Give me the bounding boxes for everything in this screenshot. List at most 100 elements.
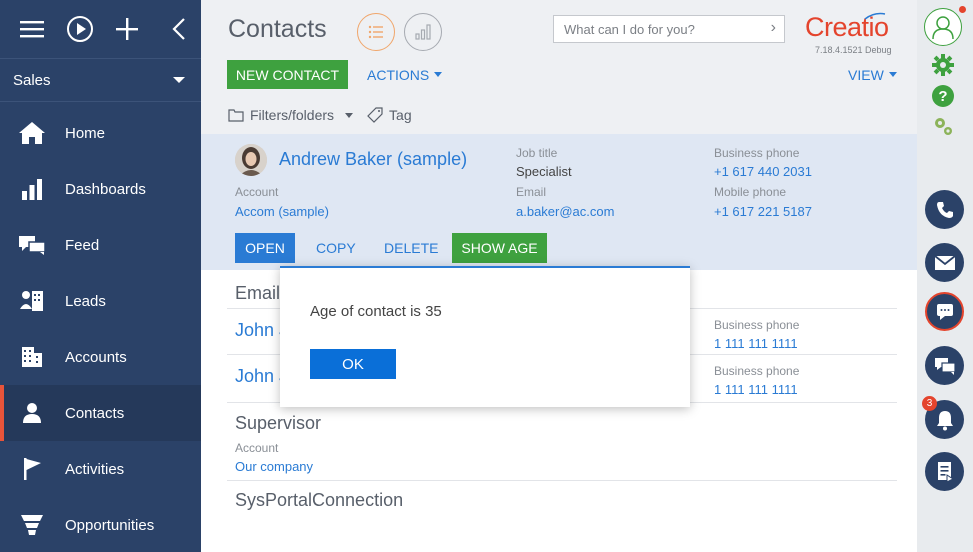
business-phone-label: Business phone [714,364,800,378]
workplace-label: Sales [13,71,51,89]
chevron-right-icon[interactable]: › [771,19,776,37]
account-label: Account [235,441,279,455]
sidebar-item-activities[interactable]: Activities [0,441,201,497]
message-dialog: Age of contact is 35 OK [280,266,690,407]
chat-button[interactable] [925,292,964,331]
chevron-down-icon [888,72,897,77]
chevron-down-icon [173,77,185,83]
business-phone-link[interactable]: 1 111 111 1111 [714,336,798,351]
gear-icon[interactable] [931,53,955,77]
search-placeholder: What can I do for you? [564,22,695,37]
copy-button[interactable]: COPY [316,233,356,263]
plus-icon[interactable] [107,9,147,49]
folder-filter-icon [228,109,244,122]
mobile-phone-link[interactable]: +1 617 221 5187 [714,204,812,219]
chart-icon [415,24,431,40]
list-view-button[interactable] [357,13,395,51]
open-button[interactable]: OPEN [235,233,295,263]
feed-icon [934,357,956,375]
contact-photo [235,144,267,176]
sidebar-item-label: Feed [65,236,100,254]
dashboards-icon [18,175,46,203]
list-icon [368,25,383,39]
sidebar-item-label: Activities [65,460,125,478]
settings-icon[interactable] [932,115,954,137]
user-avatar-icon [932,16,954,40]
collapse-icon[interactable] [159,9,199,49]
version-label: 7.18.4.1521 Debug [815,45,892,55]
document-icon [937,461,954,483]
show-age-button[interactable]: SHOW AGE [452,233,547,263]
sidebar-item-label: Opportunities [65,516,155,534]
accounts-icon [18,343,46,371]
new-contact-button[interactable]: NEW CONTACT [227,60,348,89]
communication-panel: ? 3 [917,0,973,552]
bell-icon [936,410,953,430]
tag-button[interactable]: Tag [367,107,412,123]
page-title: Contacts [228,15,327,43]
process-button[interactable] [925,452,964,491]
sidebar-topbar [0,0,201,58]
contacts-icon [18,399,46,427]
tag-icon [367,107,383,123]
menu-icon[interactable] [12,9,52,49]
row-divider [227,480,897,481]
feed-button[interactable] [925,346,964,385]
sidebar-item-leads[interactable]: Leads [0,273,201,329]
workplace-selector[interactable]: Sales [0,58,201,102]
view-label: VIEW [848,66,884,83]
feed-icon [18,231,46,259]
view-button[interactable]: VIEW [848,60,897,89]
account-link[interactable]: Accom (sample) [235,204,329,219]
svg-text:?: ? [938,88,947,105]
analytics-view-button[interactable] [404,13,442,51]
sidebar-item-feed[interactable]: Feed [0,217,201,273]
actions-button[interactable]: ACTIONS [367,60,443,89]
delete-button[interactable]: DELETE [384,233,438,263]
notification-count-badge: 3 [922,396,937,411]
account-link[interactable]: Our company [235,459,313,474]
sidebar-item-label: Accounts [65,348,127,366]
opportunities-icon [18,511,46,539]
chat-icon [936,303,953,320]
phone-icon [936,201,953,218]
email-link[interactable]: a.baker@ac.com [516,204,614,219]
tag-label: Tag [389,107,412,123]
chevron-down-icon [345,112,354,118]
sidebar-item-opportunities[interactable]: Opportunities [0,497,201,552]
sidebar-item-contacts[interactable]: Contacts [0,385,201,441]
help-icon[interactable]: ? [931,84,955,108]
business-phone-label: Business phone [714,146,800,160]
contact-name-link[interactable]: Andrew Baker (sample) [279,149,467,170]
dialog-message: Age of contact is 35 [310,303,442,320]
home-icon [18,119,46,147]
mobile-phone-label: Mobile phone [714,185,787,199]
list-item-title[interactable]: Supervisor [235,413,321,434]
job-title-value: Specialist [516,164,572,179]
business-phone-link[interactable]: 1 111 111 1111 [714,382,798,397]
job-title-label: Job title [516,146,558,160]
command-search-input[interactable]: What can I do for you? › [553,15,785,43]
list-item-title[interactable]: Email [235,283,280,304]
sidebar: Sales Home Dashboards Feed Leads Account… [0,0,201,552]
sidebar-item-home[interactable]: Home [0,105,201,161]
status-dot [959,6,966,13]
filters-folders-button[interactable]: Filters/folders [250,107,334,123]
chevron-down-icon [434,72,443,77]
sidebar-item-label: Dashboards [65,180,146,198]
sidebar-item-label: Home [65,124,106,142]
mail-icon [933,254,956,270]
business-phone-link[interactable]: +1 617 440 2031 [714,164,812,179]
phone-button[interactable] [925,190,964,229]
sidebar-item-dashboards[interactable]: Dashboards [0,161,201,217]
sidebar-item-accounts[interactable]: Accounts [0,329,201,385]
actions-label: ACTIONS [367,66,430,83]
ok-button[interactable]: OK [310,349,396,379]
selected-contact-card[interactable]: Andrew Baker (sample) Account Accom (sam… [201,134,917,270]
list-item-title[interactable]: SysPortalConnection [235,490,403,511]
user-profile-button[interactable] [924,8,962,46]
email-label: Email [516,185,547,199]
filters-bar: Filters/folders Tag [228,107,412,123]
play-icon[interactable] [60,9,100,49]
email-button[interactable] [925,243,964,282]
